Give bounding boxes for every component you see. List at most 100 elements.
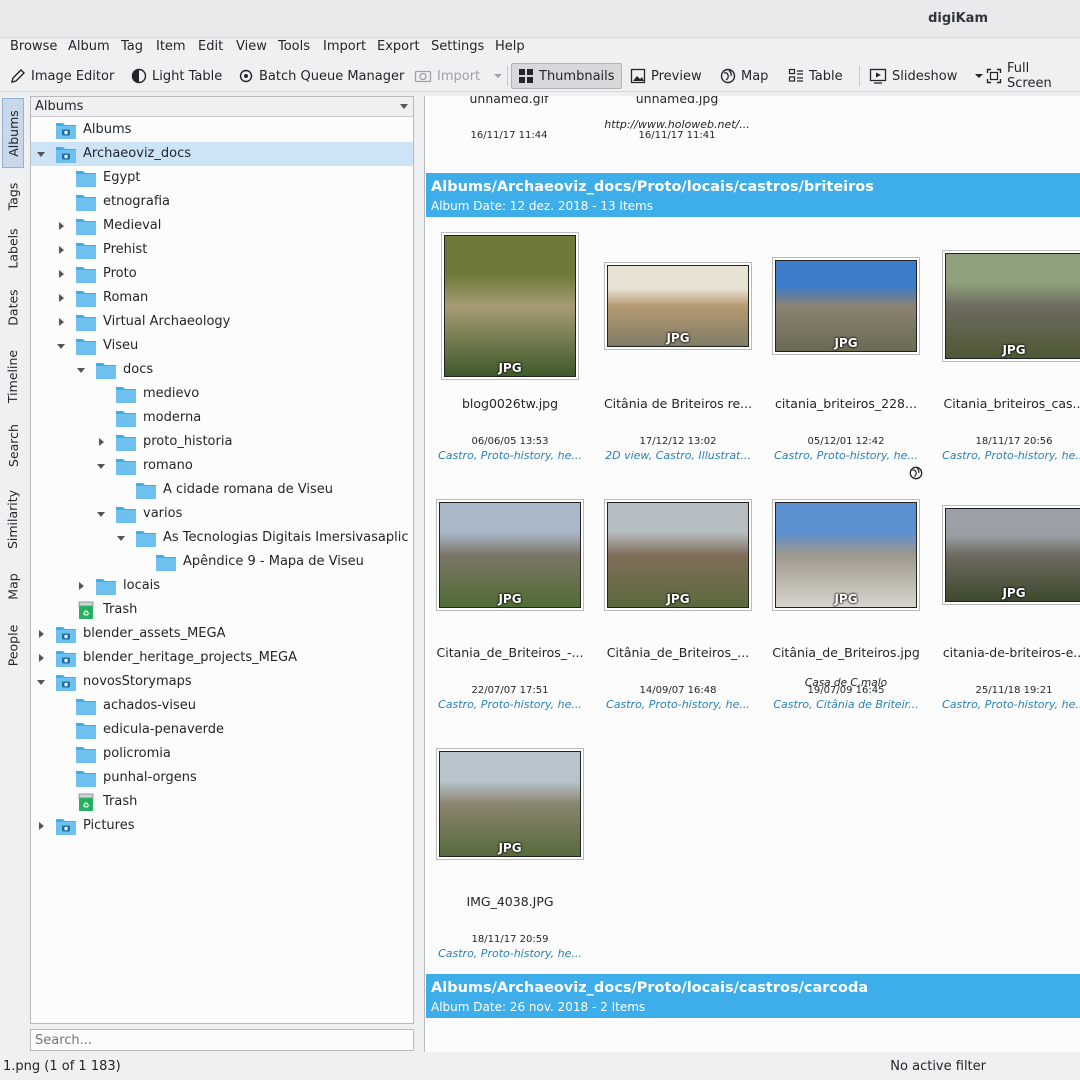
tab-map[interactable]: Map: [2, 564, 24, 608]
batch-queue-button[interactable]: Batch Queue Manager: [232, 63, 410, 89]
item-name[interactable]: unnamed.gif: [425, 96, 593, 106]
chevron-right-icon[interactable]: [59, 222, 64, 230]
photo-thumbnail[interactable]: JPG: [442, 233, 578, 379]
album-tree-item[interactable]: blender_heritage_projects_MEGA: [31, 646, 413, 670]
menu-edit[interactable]: Edit: [198, 39, 223, 54]
thumbnail-item[interactable]: JPG citania_briteiros_228... 05/12/01 12:4…: [762, 231, 930, 469]
menu-tools[interactable]: Tools: [278, 39, 310, 54]
menu-album[interactable]: Album: [68, 39, 110, 54]
tab-timeline[interactable]: Timeline: [2, 340, 24, 412]
album-tree-item[interactable]: Proto: [31, 262, 413, 286]
thumbnail-item[interactable]: JPG Citania_briteiros_cas... 18/11/17 20:5…: [930, 231, 1080, 469]
chevron-right-icon[interactable]: [59, 270, 64, 278]
thumbnail-item[interactable]: JPG Citânia_de_Briteiros_... 14/09/07 16:4…: [594, 480, 762, 718]
preview-button[interactable]: Preview: [624, 63, 708, 89]
status-filter[interactable]: No active filter: [890, 1059, 986, 1074]
album-tree-item[interactable]: edicula-penaverde: [31, 718, 413, 742]
album-view-combo[interactable]: Albums: [31, 97, 413, 117]
image-editor-button[interactable]: Image Editor: [4, 63, 120, 89]
full-screen-button[interactable]: Full Screen: [980, 61, 1080, 91]
menu-import[interactable]: Import: [323, 39, 366, 54]
tab-similarity[interactable]: Similarity: [2, 480, 24, 558]
chevron-down-icon[interactable]: [37, 152, 45, 157]
album-header[interactable]: Albums/Archaeoviz_docs/Proto/locais/cast…: [426, 974, 1080, 1018]
album-tree-item[interactable]: novosStorymaps: [31, 670, 413, 694]
chevron-right-icon[interactable]: [39, 822, 44, 830]
tab-search[interactable]: Search: [2, 414, 24, 476]
thumbnail-item[interactable]: JPG Citânia de Briteiros re... 17/12/12 13…: [594, 231, 762, 469]
thumbnail-item[interactable]: JPG citania-de-briteiros-e... 25/11/18 19:…: [930, 480, 1080, 718]
menu-view[interactable]: View: [236, 39, 267, 54]
tab-tags[interactable]: Tags: [2, 170, 24, 222]
chevron-right-icon[interactable]: [59, 318, 64, 326]
chevron-down-icon[interactable]: [37, 680, 45, 685]
album-tree-item[interactable]: locais: [31, 574, 413, 598]
menu-settings[interactable]: Settings: [431, 39, 484, 54]
album-tree-item[interactable]: Medieval: [31, 214, 413, 238]
chevron-right-icon[interactable]: [59, 246, 64, 254]
album-tree-item[interactable]: ♻ Trash: [31, 598, 413, 622]
album-search-input[interactable]: [31, 1030, 413, 1050]
photo-thumbnail[interactable]: JPG: [773, 258, 919, 354]
chevron-right-icon[interactable]: [99, 438, 104, 446]
photo-thumbnail[interactable]: JPG: [437, 500, 583, 610]
tab-albums[interactable]: Albums: [2, 98, 24, 168]
album-tree-item[interactable]: proto_historia: [31, 430, 413, 454]
album-tree-item[interactable]: Pictures: [31, 814, 413, 838]
photo-thumbnail[interactable]: JPG: [437, 749, 583, 859]
album-tree-item[interactable]: Albums: [31, 118, 413, 142]
album-tree-item[interactable]: policromia: [31, 742, 413, 766]
light-table-button[interactable]: Light Table: [125, 63, 228, 89]
item-name[interactable]: unnamed.jpg: [593, 96, 761, 106]
chevron-right-icon[interactable]: [59, 294, 64, 302]
chevron-down-icon[interactable]: [57, 344, 65, 349]
album-tree-item[interactable]: ♻ Trash: [31, 790, 413, 814]
album-tree-item[interactable]: punhal-orgens: [31, 766, 413, 790]
album-tree-item[interactable]: Roman: [31, 286, 413, 310]
thumbnail-item[interactable]: JPG IMG_4038.JPG 18/11/17 20:59 Castro, Pro…: [426, 729, 594, 967]
photo-thumbnail[interactable]: JPG: [943, 251, 1080, 361]
album-tree-item[interactable]: varios: [31, 502, 413, 526]
album-header[interactable]: Albums/Archaeoviz_docs/Proto/locais/cast…: [426, 173, 1080, 217]
chevron-down-icon[interactable]: [77, 368, 85, 373]
map-button[interactable]: Map: [714, 63, 774, 89]
chevron-right-icon[interactable]: [79, 582, 84, 590]
import-button[interactable]: Import: [408, 63, 509, 89]
menu-item[interactable]: Item: [156, 39, 186, 54]
album-tree-item[interactable]: Archaeoviz_docs: [31, 142, 413, 166]
menu-tag[interactable]: Tag: [121, 39, 143, 54]
tab-people[interactable]: People: [2, 614, 24, 676]
table-button[interactable]: Table: [782, 63, 849, 89]
album-tree-item[interactable]: Apêndice 9 - Mapa de Viseu: [31, 550, 413, 574]
chevron-down-icon[interactable]: [117, 536, 125, 541]
tab-dates[interactable]: Dates: [2, 282, 24, 332]
thumbnails-button[interactable]: Thumbnails: [511, 63, 622, 89]
thumbnail-item[interactable]: JPG Citania_de_Briteiros_-... 22/07/07 17:…: [426, 480, 594, 718]
menu-help[interactable]: Help: [495, 39, 525, 54]
photo-thumbnail[interactable]: JPG: [605, 263, 751, 349]
photo-thumbnail[interactable]: JPG: [773, 500, 919, 610]
album-tree-item[interactable]: Virtual Archaeology: [31, 310, 413, 334]
album-tree-item[interactable]: etnografia: [31, 190, 413, 214]
album-tree-item[interactable]: Egypt: [31, 166, 413, 190]
chevron-down-icon[interactable]: [97, 512, 105, 517]
tab-labels[interactable]: Labels: [2, 218, 24, 278]
menu-browse[interactable]: Browse: [10, 39, 57, 54]
photo-thumbnail[interactable]: JPG: [605, 500, 751, 610]
album-tree-item[interactable]: Prehist: [31, 238, 413, 262]
slideshow-button[interactable]: Slideshow: [863, 63, 990, 89]
album-tree-item[interactable]: achados-viseu: [31, 694, 413, 718]
chevron-right-icon[interactable]: [39, 630, 44, 638]
chevron-right-icon[interactable]: [39, 654, 44, 662]
album-search-box[interactable]: [30, 1029, 414, 1051]
album-tree-item[interactable]: medievo: [31, 382, 413, 406]
menu-export[interactable]: Export: [377, 39, 420, 54]
chevron-down-icon[interactable]: [97, 464, 105, 469]
album-tree-item[interactable]: As Tecnologias Digitais Imersivasaplica.…: [31, 526, 413, 550]
photo-thumbnail[interactable]: JPG: [943, 506, 1080, 604]
album-tree-item[interactable]: docs: [31, 358, 413, 382]
album-tree-item[interactable]: moderna: [31, 406, 413, 430]
album-tree-item[interactable]: blender_assets_MEGA: [31, 622, 413, 646]
thumbnail-item[interactable]: JPG blog0026tw.jpg 06/06/05 13:53 Castro, P…: [426, 231, 594, 469]
album-tree-item[interactable]: A cidade romana de Viseu: [31, 478, 413, 502]
